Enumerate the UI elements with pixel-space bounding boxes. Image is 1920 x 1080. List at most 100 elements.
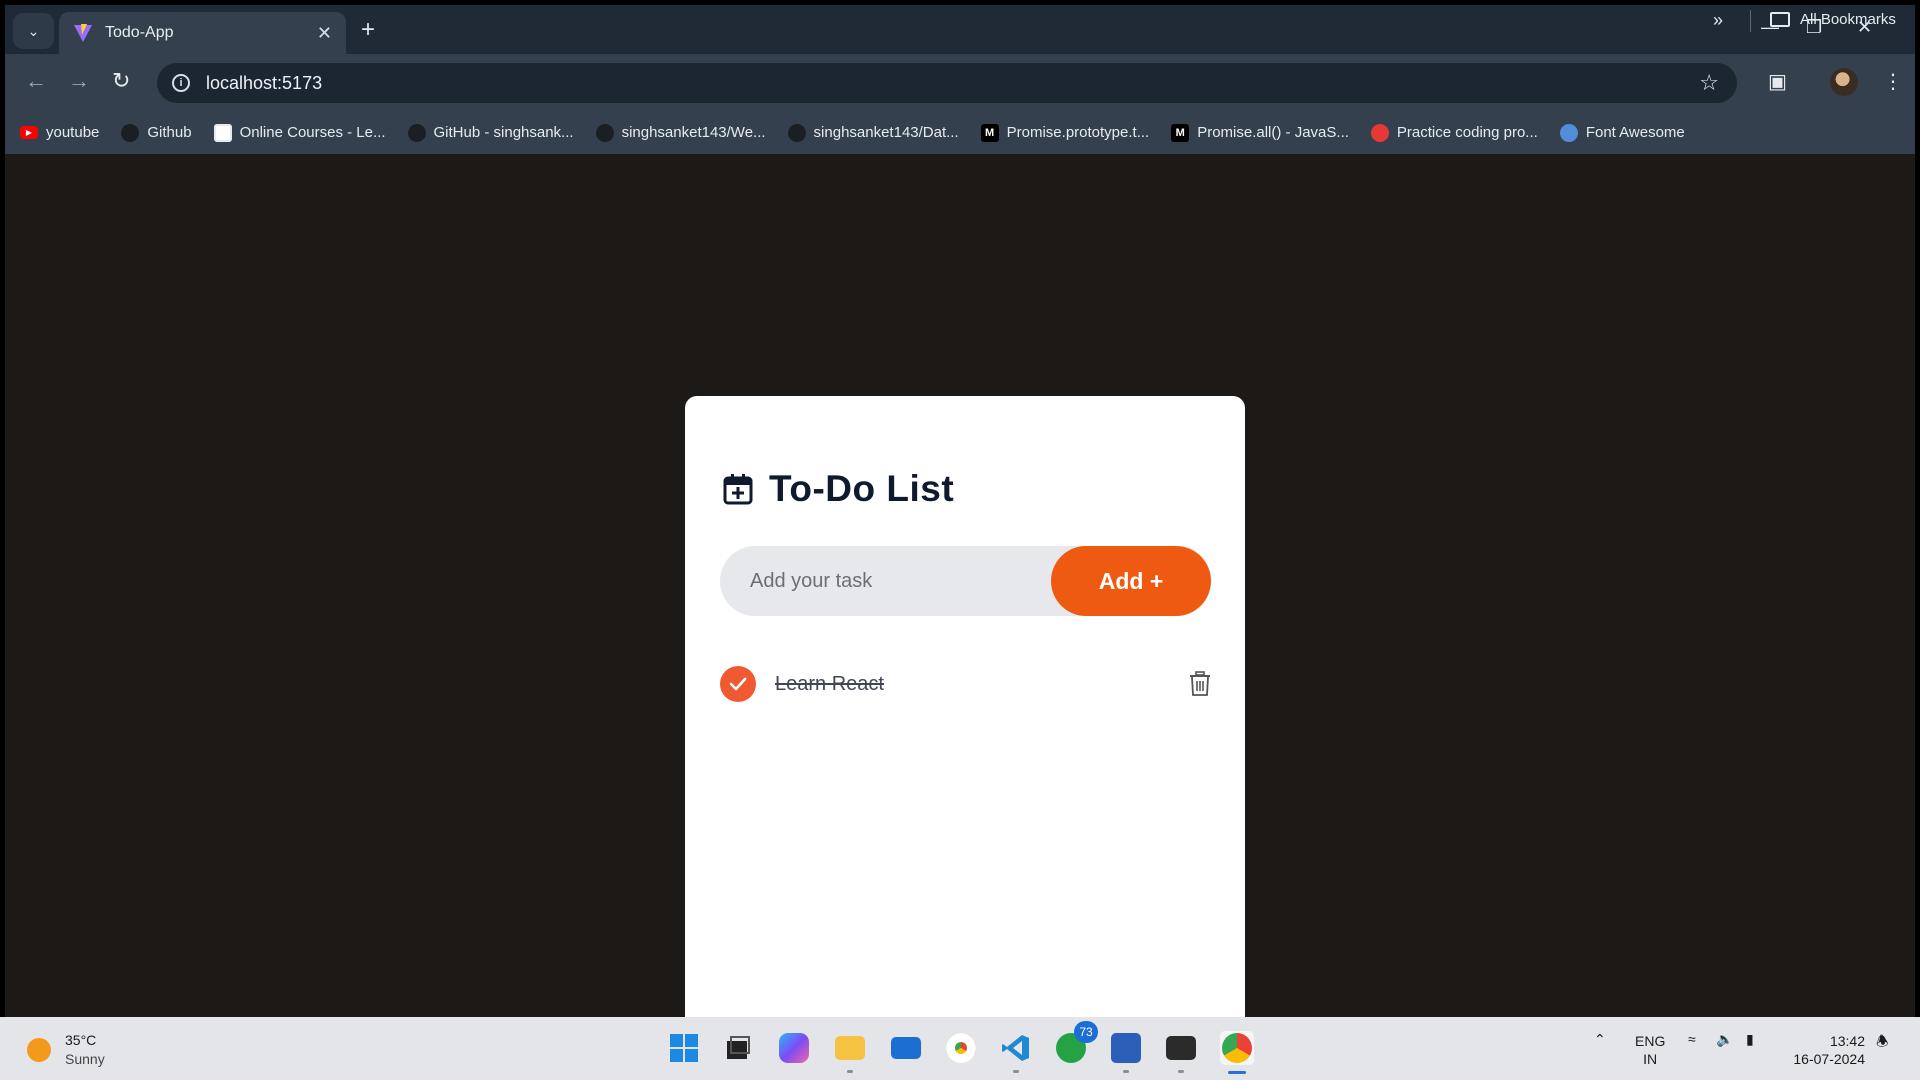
- mdn-icon: M: [980, 123, 999, 142]
- word-button[interactable]: [1109, 1031, 1143, 1073]
- vscode-icon: [1002, 1035, 1029, 1061]
- bookmark-item[interactable]: M Promise.all() - JavaS...: [1171, 123, 1349, 142]
- github-icon: [407, 123, 426, 142]
- bookmark-item[interactable]: singhsanket143/We...: [595, 123, 766, 142]
- bookmark-item[interactable]: Online Courses - Le...: [213, 123, 386, 142]
- tab-title: Todo-App: [105, 24, 174, 41]
- calendar-plus-icon: [723, 474, 753, 505]
- close-tab-icon[interactable]: ✕: [317, 23, 332, 44]
- trash-icon[interactable]: [1189, 671, 1211, 697]
- todo-card: To-Do List Add + Learn React: [685, 396, 1245, 1080]
- mdn-icon: M: [1171, 123, 1190, 142]
- battery-icon[interactable]: ▮: [1746, 1031, 1754, 1048]
- file-explorer-button[interactable]: [833, 1031, 867, 1073]
- bookmark-item[interactable]: Github: [121, 123, 192, 142]
- font-awesome-icon: [1559, 123, 1578, 142]
- vite-favicon-icon: [74, 24, 92, 42]
- notification-badge: 73: [1074, 1021, 1098, 1043]
- weather-widget[interactable]: 35°C Sunny: [27, 1031, 105, 1069]
- todo-item[interactable]: Learn React: [720, 666, 1211, 702]
- completed-check-icon[interactable]: [720, 666, 756, 702]
- profile-avatar[interactable]: [1830, 68, 1858, 96]
- windows-taskbar: 35°C Sunny 73 ⌃ ENG IN ≈ 🔈 ▮ 13:42 16-07…: [0, 1017, 1920, 1080]
- menu-icon[interactable]: ⋮: [1883, 69, 1903, 94]
- mail-icon: [891, 1037, 921, 1059]
- bookmark-label: GitHub - singhsank...: [433, 124, 574, 141]
- chrome-active-button[interactable]: [1220, 1031, 1254, 1074]
- show-hidden-icons[interactable]: ⌃: [1594, 1031, 1606, 1048]
- bookmark-item[interactable]: Font Awesome: [1559, 123, 1685, 142]
- date: 16-07-2024: [1793, 1051, 1865, 1067]
- all-bookmarks-label: All Bookmarks: [1800, 11, 1896, 28]
- volume-icon[interactable]: 🔈: [1716, 1031, 1733, 1048]
- bookmark-label: singhsanket143/Dat...: [813, 124, 959, 141]
- github-icon: [595, 123, 614, 142]
- terminal-button[interactable]: [1164, 1031, 1198, 1073]
- new-tab-button[interactable]: +: [361, 17, 375, 43]
- clock[interactable]: 13:42 16-07-2024: [1785, 1032, 1865, 1068]
- bookmark-label: Practice coding pro...: [1396, 124, 1538, 141]
- bookmark-item[interactable]: singhsanket143/Dat...: [787, 123, 959, 142]
- task-input[interactable]: [720, 546, 1060, 616]
- github-icon: [121, 123, 140, 142]
- temperature: 35°C: [65, 1032, 97, 1048]
- url-text: localhost:5173: [206, 72, 323, 93]
- github-icon: [787, 123, 806, 142]
- language-line1: ENG: [1635, 1033, 1666, 1049]
- sun-icon: [27, 1038, 51, 1062]
- bookmark-item[interactable]: Practice coding pro...: [1370, 123, 1538, 142]
- forward-button[interactable]: →: [68, 68, 90, 94]
- terminal-icon: [1166, 1036, 1196, 1060]
- whatsapp-button[interactable]: 73: [1054, 1021, 1098, 1065]
- address-bar[interactable]: i localhost:5173 ☆: [157, 63, 1737, 103]
- bookmark-item[interactable]: ▶ youtube: [20, 124, 99, 141]
- page-viewport: To-Do List Add + Learn React: [5, 154, 1915, 1080]
- bookmarks-bar: ▶ youtube Github Online Courses - Le... GitH…: [5, 111, 1915, 154]
- tab-search-button[interactable]: ⌄: [13, 13, 54, 49]
- all-bookmarks-button[interactable]: All Bookmarks: [1770, 11, 1896, 28]
- youtube-icon: ▶: [20, 126, 38, 139]
- bookmark-label: Online Courses - Le...: [239, 124, 386, 141]
- reload-button[interactable]: ↻: [112, 68, 130, 94]
- notification-bell-icon[interactable]: 🕭: [1876, 1031, 1889, 1055]
- bookmark-star-icon[interactable]: ☆: [1699, 70, 1719, 96]
- chrome-button[interactable]: [944, 1031, 978, 1065]
- windows-icon: [670, 1034, 698, 1062]
- bookmark-item[interactable]: GitHub - singhsank...: [407, 123, 574, 142]
- word-icon: [1111, 1033, 1141, 1063]
- page-title: To-Do List: [769, 468, 955, 509]
- extensions-icon[interactable]: ▣: [1768, 69, 1787, 94]
- more-bookmarks-icon[interactable]: »: [1713, 10, 1723, 31]
- weather-condition: Sunny: [65, 1051, 105, 1067]
- bookmarks-divider: [1750, 10, 1751, 32]
- task-input-row: Add +: [720, 546, 1211, 616]
- codechef-icon: [1370, 123, 1389, 142]
- browser-tab-strip: ⌄ Todo-App ✕ + — ❐ ✕: [5, 5, 1915, 54]
- language-line2: IN: [1643, 1051, 1658, 1067]
- bookmark-label: Github: [147, 124, 192, 141]
- bookmark-label: Promise.prototype.t...: [1006, 124, 1150, 141]
- bookmark-label: Font Awesome: [1585, 124, 1685, 141]
- add-task-button[interactable]: Add +: [1051, 546, 1211, 616]
- bookmark-label: Promise.all() - JavaS...: [1197, 124, 1349, 141]
- folder-icon: [1770, 12, 1790, 27]
- task-view-button[interactable]: [721, 1031, 755, 1065]
- bookmark-label: singhsanket143/We...: [621, 124, 766, 141]
- start-button[interactable]: [667, 1031, 701, 1065]
- site-info-icon[interactable]: i: [172, 74, 190, 92]
- mail-button[interactable]: [889, 1031, 923, 1065]
- copilot-button[interactable]: [777, 1031, 811, 1065]
- todo-text: Learn React: [775, 672, 884, 695]
- course-icon: [213, 123, 232, 142]
- vscode-button[interactable]: [999, 1031, 1033, 1073]
- back-button[interactable]: ←: [25, 68, 47, 94]
- wifi-icon[interactable]: ≈: [1688, 1031, 1696, 1047]
- task-view-icon: [727, 1036, 750, 1059]
- card-header: To-Do List: [723, 468, 954, 510]
- language-indicator[interactable]: ENG IN: [1635, 1032, 1665, 1068]
- chrome-icon: [946, 1033, 976, 1063]
- running-indicator: [1013, 1070, 1019, 1073]
- bookmark-item[interactable]: M Promise.prototype.t...: [980, 123, 1150, 142]
- browser-tab[interactable]: Todo-App ✕: [59, 12, 346, 54]
- time: 13:42: [1829, 1033, 1865, 1049]
